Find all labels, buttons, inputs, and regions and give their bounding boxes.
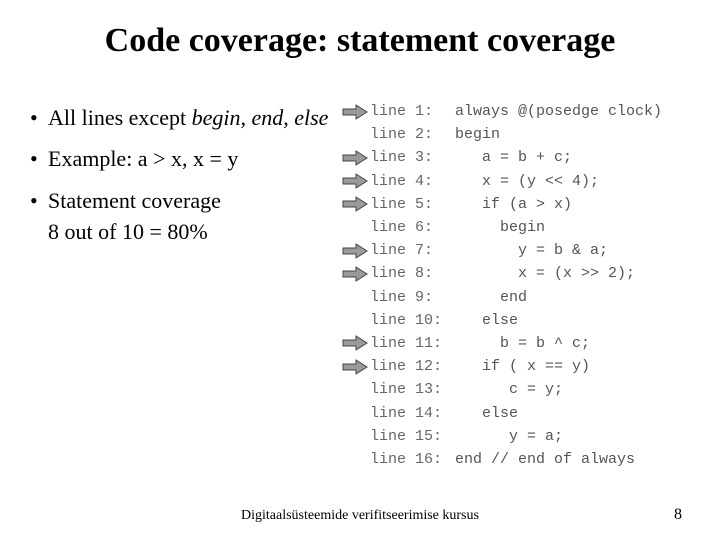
code-line: line 4: x = (y << 4); (340, 170, 710, 193)
slide: Code coverage: statement coverage • All … (0, 0, 720, 540)
bullet-item: • Example: a > x, x = y (30, 146, 340, 171)
code-text: c = y; (446, 381, 710, 398)
line-number-label: line 2: (370, 126, 446, 143)
code-text: x = (y << 4); (446, 173, 710, 190)
coverage-arrow-icon (340, 266, 370, 282)
coverage-arrow-icon (340, 150, 370, 166)
code-listing: line 1: always @(posedge clock)line 2: b… (340, 100, 710, 471)
line-number-label: line 8: (370, 265, 446, 282)
code-text: b = b ^ c; (446, 335, 710, 352)
code-text: always @(posedge clock) (446, 103, 710, 120)
code-text: end // end of always (446, 451, 710, 468)
code-line: line 7: y = b & a; (340, 239, 710, 262)
line-number-label: line 14: (370, 405, 446, 422)
code-text: a = b + c; (446, 149, 710, 166)
bullet-text-pre: All lines except (48, 105, 192, 130)
slide-title: Code coverage: statement coverage (0, 22, 720, 60)
bullet-dot-icon: • (30, 188, 48, 213)
code-text: y = a; (446, 428, 710, 445)
bullet-subtext: 8 out of 10 = 80% (30, 219, 340, 244)
line-number-label: line 16: (370, 451, 446, 468)
code-line: line 11: b = b ^ c; (340, 332, 710, 355)
line-number-label: line 4: (370, 173, 446, 190)
code-text: y = b & a; (446, 242, 710, 259)
coverage-arrow-icon (340, 104, 370, 120)
bullet-item: • Statement coverage (30, 188, 340, 213)
footer-text: Digitaalsüsteemide verifitseerimise kurs… (0, 508, 720, 524)
code-line: line 8: x = (x >> 2); (340, 262, 710, 285)
code-line: line 5: if (a > x) (340, 193, 710, 216)
bullet-dot-icon: • (30, 105, 48, 130)
line-number-label: line 3: (370, 149, 446, 166)
coverage-arrow-icon (340, 335, 370, 351)
line-number-label: line 5: (370, 196, 446, 213)
line-number-label: line 15: (370, 428, 446, 445)
line-number-label: line 13: (370, 381, 446, 398)
line-number-label: line 1: (370, 103, 446, 120)
code-line: line 15: y = a; (340, 425, 710, 448)
code-line: line 6: begin (340, 216, 710, 239)
code-line: line 1: always @(posedge clock) (340, 100, 710, 123)
bullet-text-em: begin, end, else (192, 105, 329, 130)
code-line: line 16: end // end of always (340, 448, 710, 471)
coverage-arrow-icon (340, 359, 370, 375)
line-number-label: line 11: (370, 335, 446, 352)
line-number-label: line 9: (370, 289, 446, 306)
code-line: line 9: end (340, 286, 710, 309)
bullet-text: Example: a > x, x = y (48, 146, 340, 171)
bullet-text: All lines except begin, end, else (48, 105, 340, 130)
code-line: line 3: a = b + c; (340, 146, 710, 169)
line-number-label: line 6: (370, 219, 446, 236)
bullet-text: Statement coverage (48, 188, 340, 213)
code-text: begin (446, 219, 710, 236)
line-number-label: line 7: (370, 242, 446, 259)
code-text: else (446, 312, 710, 329)
code-text: end (446, 289, 710, 306)
bullet-dot-icon: • (30, 146, 48, 171)
bullet-item: • All lines except begin, end, else (30, 105, 340, 130)
code-text: if ( x == y) (446, 358, 710, 375)
code-text: begin (446, 126, 710, 143)
bullet-text-pre: Statement coverage (48, 188, 221, 213)
coverage-arrow-icon (340, 173, 370, 189)
code-text: else (446, 405, 710, 422)
page-number: 8 (674, 506, 682, 524)
code-text: x = (x >> 2); (446, 265, 710, 282)
bullet-list: • All lines except begin, end, else • Ex… (30, 105, 340, 260)
bullet-text-pre: Example: a > x, x = y (48, 146, 238, 171)
coverage-arrow-icon (340, 243, 370, 259)
code-line: line 2: begin (340, 123, 710, 146)
line-number-label: line 12: (370, 358, 446, 375)
code-line: line 12: if ( x == y) (340, 355, 710, 378)
line-number-label: line 10: (370, 312, 446, 329)
code-line: line 14: else (340, 401, 710, 424)
coverage-arrow-icon (340, 196, 370, 212)
code-text: if (a > x) (446, 196, 710, 213)
code-line: line 13: c = y; (340, 378, 710, 401)
code-line: line 10: else (340, 309, 710, 332)
